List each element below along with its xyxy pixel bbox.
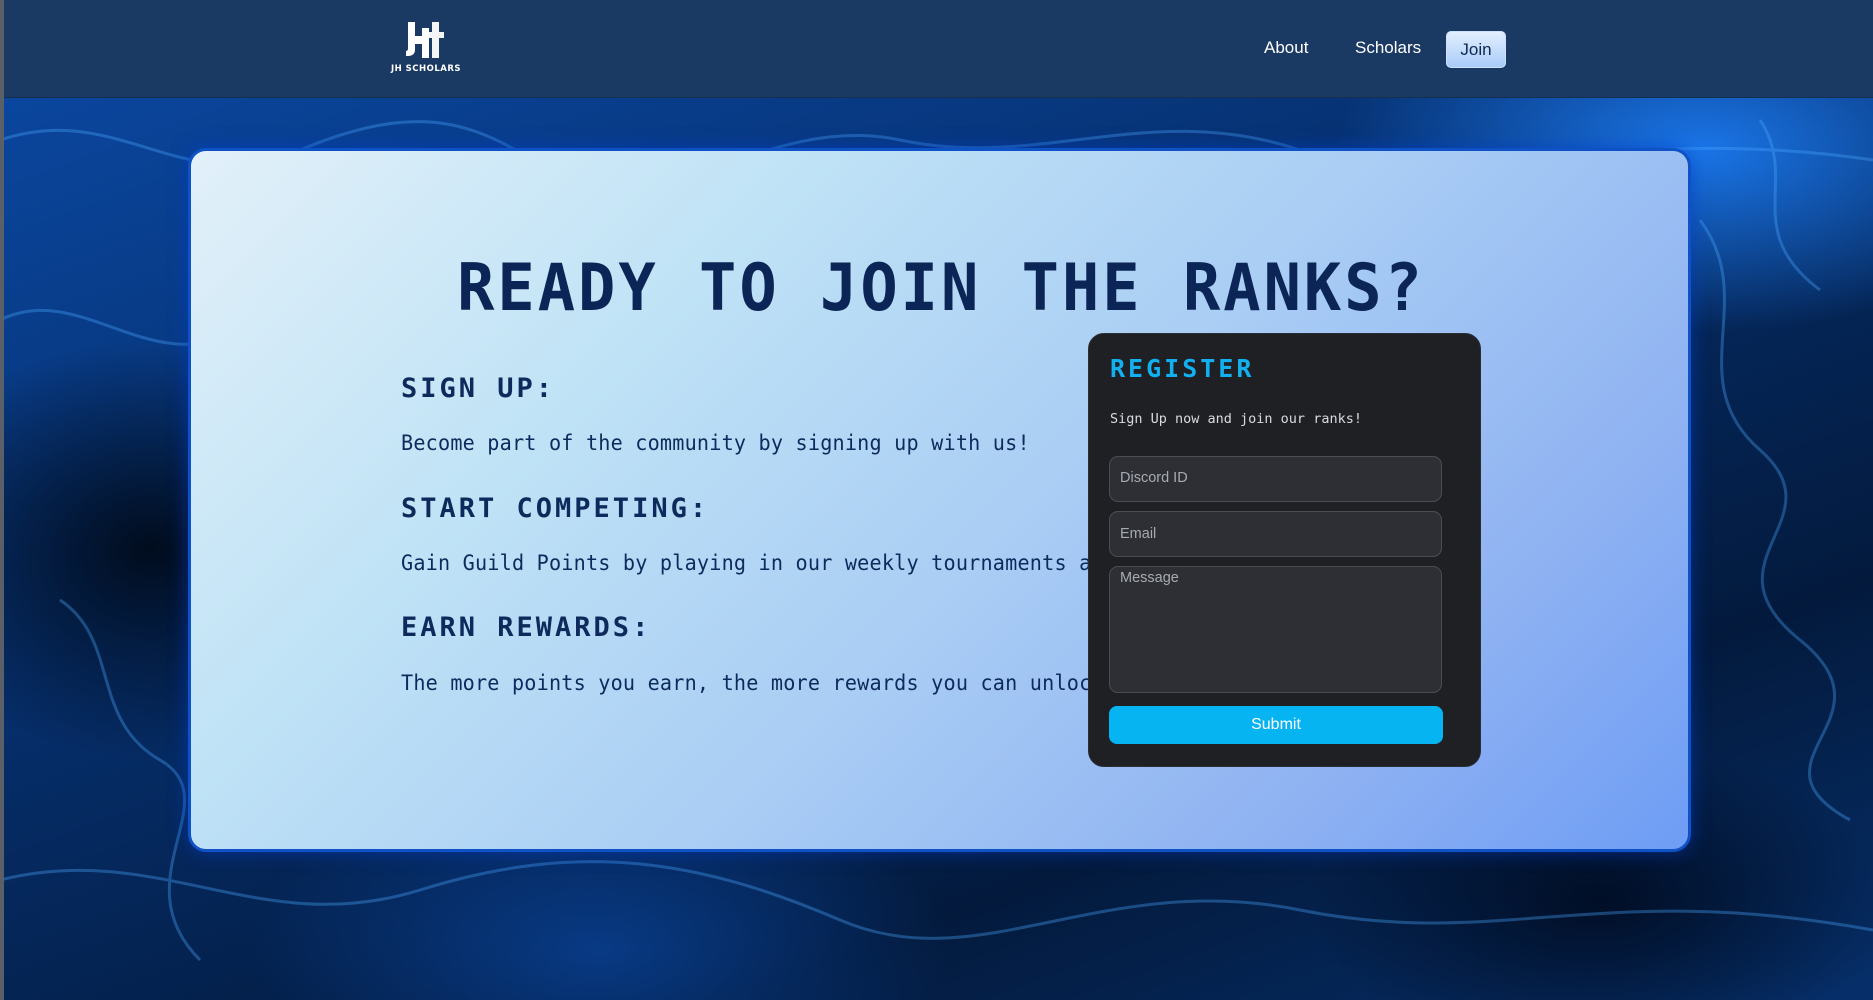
page-title: READY TO JOIN THE RANKS? xyxy=(457,249,1425,326)
email-field[interactable] xyxy=(1109,511,1442,557)
discord-id-field[interactable] xyxy=(1109,456,1442,502)
register-title: REGISTER xyxy=(1110,354,1255,383)
navbar: JH SCHOLARS About Scholars Join xyxy=(4,0,1873,98)
step-heading-start-competing: START COMPETING: xyxy=(401,493,710,524)
step-text-earn-rewards: The more points you earn, the more rewar… xyxy=(401,671,1117,695)
logo-text: JH SCHOLARS xyxy=(390,64,462,74)
nav-about-link[interactable]: About xyxy=(1264,38,1308,58)
step-heading-sign-up: SIGN UP: xyxy=(401,373,556,404)
message-field[interactable] xyxy=(1109,566,1442,693)
register-subtitle: Sign Up now and join our ranks! xyxy=(1110,411,1362,427)
window-edge xyxy=(0,0,4,1000)
site-logo[interactable]: JH SCHOLARS xyxy=(388,20,464,76)
step-heading-earn-rewards: EARN REWARDS: xyxy=(401,612,652,643)
nav-scholars-link[interactable]: Scholars xyxy=(1355,38,1421,58)
submit-button[interactable]: Submit xyxy=(1109,706,1443,744)
jh-logo-icon xyxy=(406,22,444,58)
step-text-sign-up: Become part of the community by signing … xyxy=(401,431,1030,455)
join-card: READY TO JOIN THE RANKS? SIGN UP: Become… xyxy=(188,148,1691,852)
register-form: REGISTER Sign Up now and join our ranks!… xyxy=(1088,333,1481,767)
nav-join-button[interactable]: Join xyxy=(1446,31,1506,68)
